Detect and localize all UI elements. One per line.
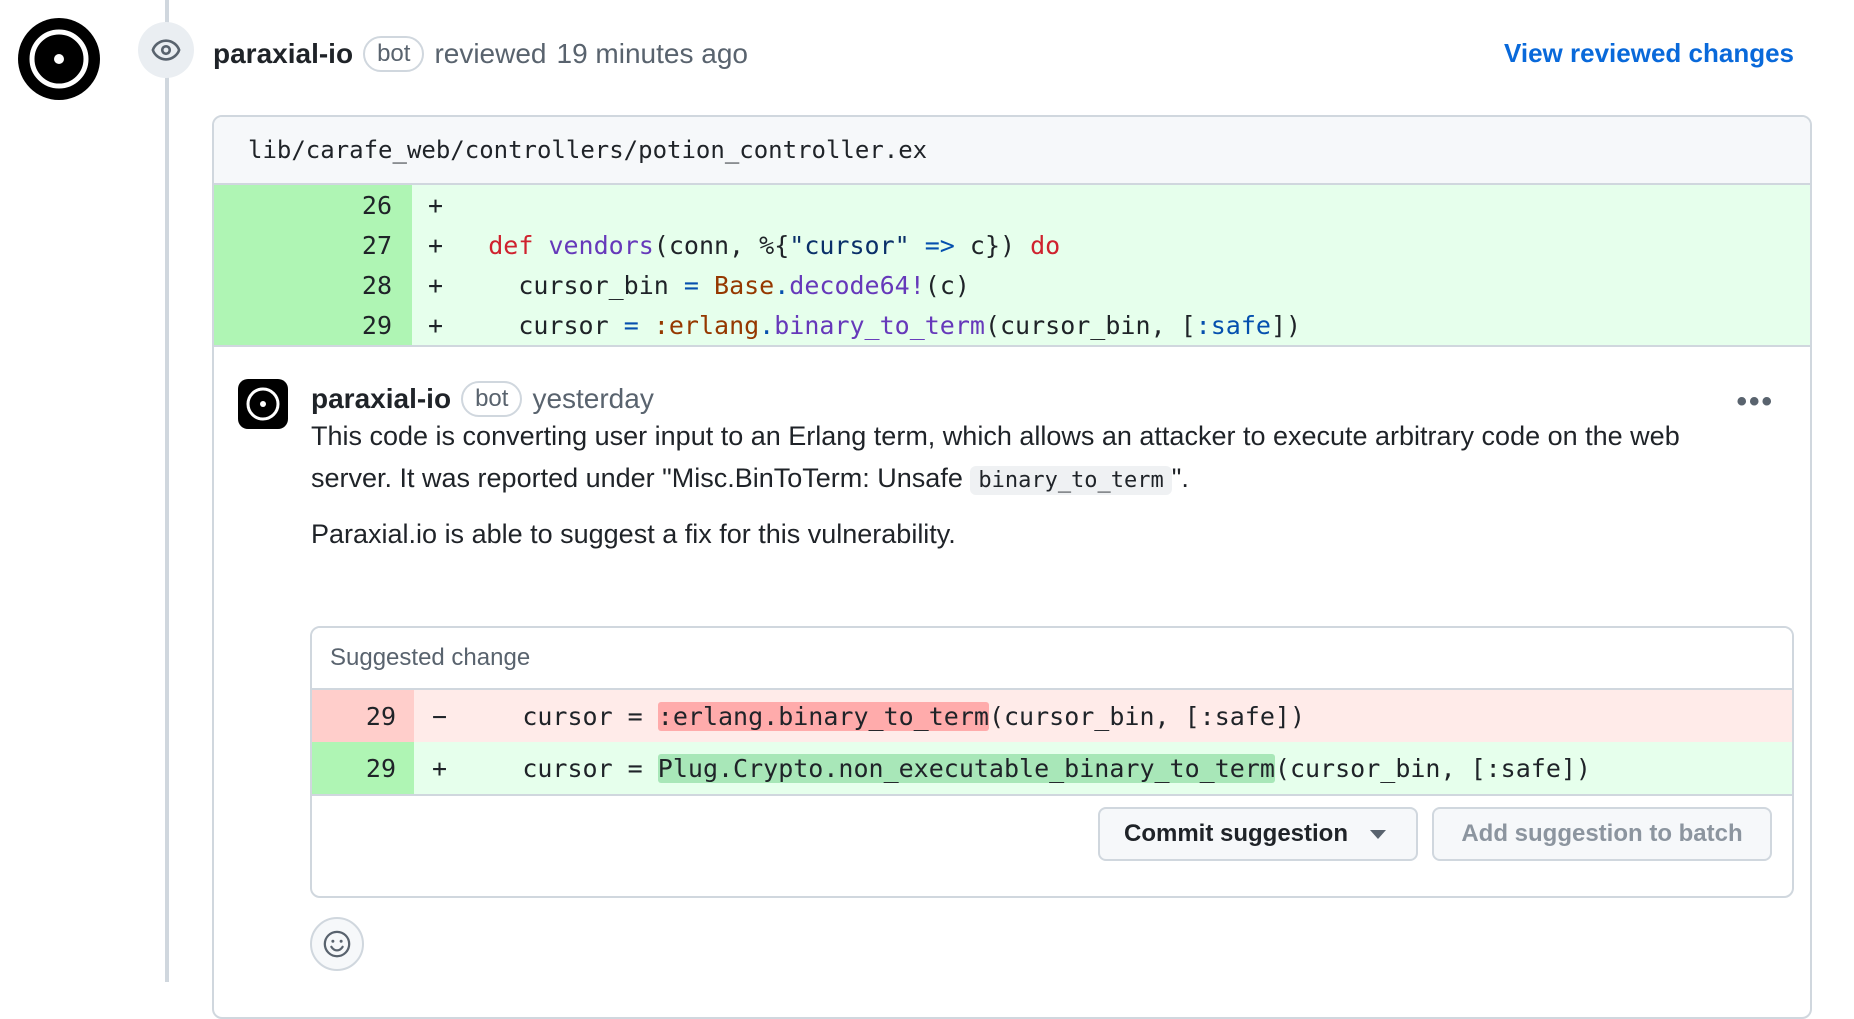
code-suffix: (cursor_bin, [:safe]) (988, 701, 1306, 731)
diff-line: 26 + (214, 185, 1810, 225)
paraxial-logo-icon (246, 387, 280, 421)
line-code: + cursor_bin = Base.decode64!(c) (412, 265, 1810, 305)
comment-paragraph: Paraxial.io is able to suggest a fix for… (311, 519, 956, 549)
diff-sign: − (432, 701, 448, 731)
code-prefix: cursor = (522, 701, 658, 731)
code-text: cursor_bin = Base.decode64!(c) (443, 270, 970, 300)
paraxial-logo-icon (29, 29, 89, 89)
review-action: reviewed (434, 38, 547, 69)
comment-author[interactable]: paraxial-io (311, 383, 451, 415)
review-header: paraxial-io bot reviewed 19 minutes ago (213, 36, 748, 72)
review-time[interactable]: 19 minutes ago (557, 38, 748, 70)
code-prefix: cursor = (522, 753, 658, 783)
kebab-menu-icon[interactable]: ••• (1736, 385, 1774, 419)
added-highlight: Plug.Crypto.non_executable_binary_to_ter… (657, 753, 1275, 783)
timeline-line (165, 0, 169, 982)
chevron-down-icon (1370, 829, 1387, 839)
view-reviewed-changes-link[interactable]: View reviewed changes (1504, 38, 1794, 69)
code-suffix: (cursor_bin, [:safe]) (1274, 753, 1591, 783)
review-author[interactable]: paraxial-io (213, 38, 353, 70)
line-code: + cursor = :erlang.binary_to_term(cursor… (412, 305, 1810, 345)
divider (312, 794, 1792, 796)
line-number[interactable]: 28 (214, 265, 412, 305)
line-code: − cursor = :erlang.binary_to_term (cursor… (414, 690, 1792, 742)
suggested-change-title: Suggested change (312, 628, 1792, 690)
diff-sign: + (428, 270, 444, 300)
diff-sign: + (428, 310, 444, 340)
comment-text: ". (1171, 463, 1189, 493)
bot-badge: bot (363, 36, 425, 72)
smiley-icon (323, 930, 351, 958)
line-number[interactable]: 26 (214, 185, 412, 225)
diff-sign: + (432, 753, 448, 783)
diff-line: 27 + def vendors(conn, %{"cursor" => c})… (214, 225, 1810, 265)
line-code: + def vendors(conn, %{"cursor" => c}) do (412, 225, 1810, 265)
eye-icon (151, 39, 181, 61)
suggested-change-box: Suggested change 29 − cursor = :erlang.b… (310, 626, 1794, 898)
review-event-badge (138, 22, 194, 78)
file-path-text: lib/carafe_web/controllers/potion_contro… (248, 136, 928, 164)
line-code: + (412, 185, 1810, 225)
diff-sign: + (428, 190, 444, 220)
diff-line: 29 + cursor = :erlang.binary_to_term(cur… (214, 305, 1810, 345)
bot-badge: bot (461, 381, 523, 417)
divider (214, 345, 1810, 347)
inline-code: binary_to_term (970, 466, 1172, 495)
review-thread: lib/carafe_web/controllers/potion_contro… (212, 115, 1812, 1019)
add-reaction-button[interactable] (310, 917, 364, 971)
line-number: 29 (312, 690, 414, 742)
diff-sign: + (428, 230, 444, 260)
comment-header: paraxial-io bot yesterday (311, 381, 654, 417)
diff-line: 28 + cursor_bin = Base.decode64!(c) (214, 265, 1810, 305)
line-code: + cursor = Plug.Crypto.non_executable_bi… (414, 742, 1792, 794)
commit-suggestion-label: Commit suggestion (1124, 820, 1349, 847)
line-number: 29 (312, 742, 414, 794)
comment-time[interactable]: yesterday (532, 383, 653, 415)
comment-avatar[interactable] (238, 379, 288, 429)
suggestion-removed-line: 29 − cursor = :erlang.binary_to_term (cur… (312, 690, 1792, 742)
line-number[interactable]: 29 (214, 305, 412, 345)
avatar[interactable] (18, 18, 100, 100)
file-path[interactable]: lib/carafe_web/controllers/potion_contro… (214, 117, 1810, 185)
code-text: def vendors(conn, %{"cursor" => c}) do (488, 230, 1061, 260)
comment-paragraph: This code is converting user input to an… (311, 415, 1761, 502)
removed-highlight: :erlang.binary_to_term (657, 701, 989, 731)
line-number[interactable]: 27 (214, 225, 412, 265)
code-text: cursor = :erlang.binary_to_term(cursor_b… (443, 310, 1302, 340)
commit-suggestion-button[interactable]: Commit suggestion (1098, 807, 1418, 861)
suggestion-added-line: 29 + cursor = Plug.Crypto.non_executable… (312, 742, 1792, 794)
add-suggestion-to-batch-button[interactable]: Add suggestion to batch (1432, 807, 1772, 861)
